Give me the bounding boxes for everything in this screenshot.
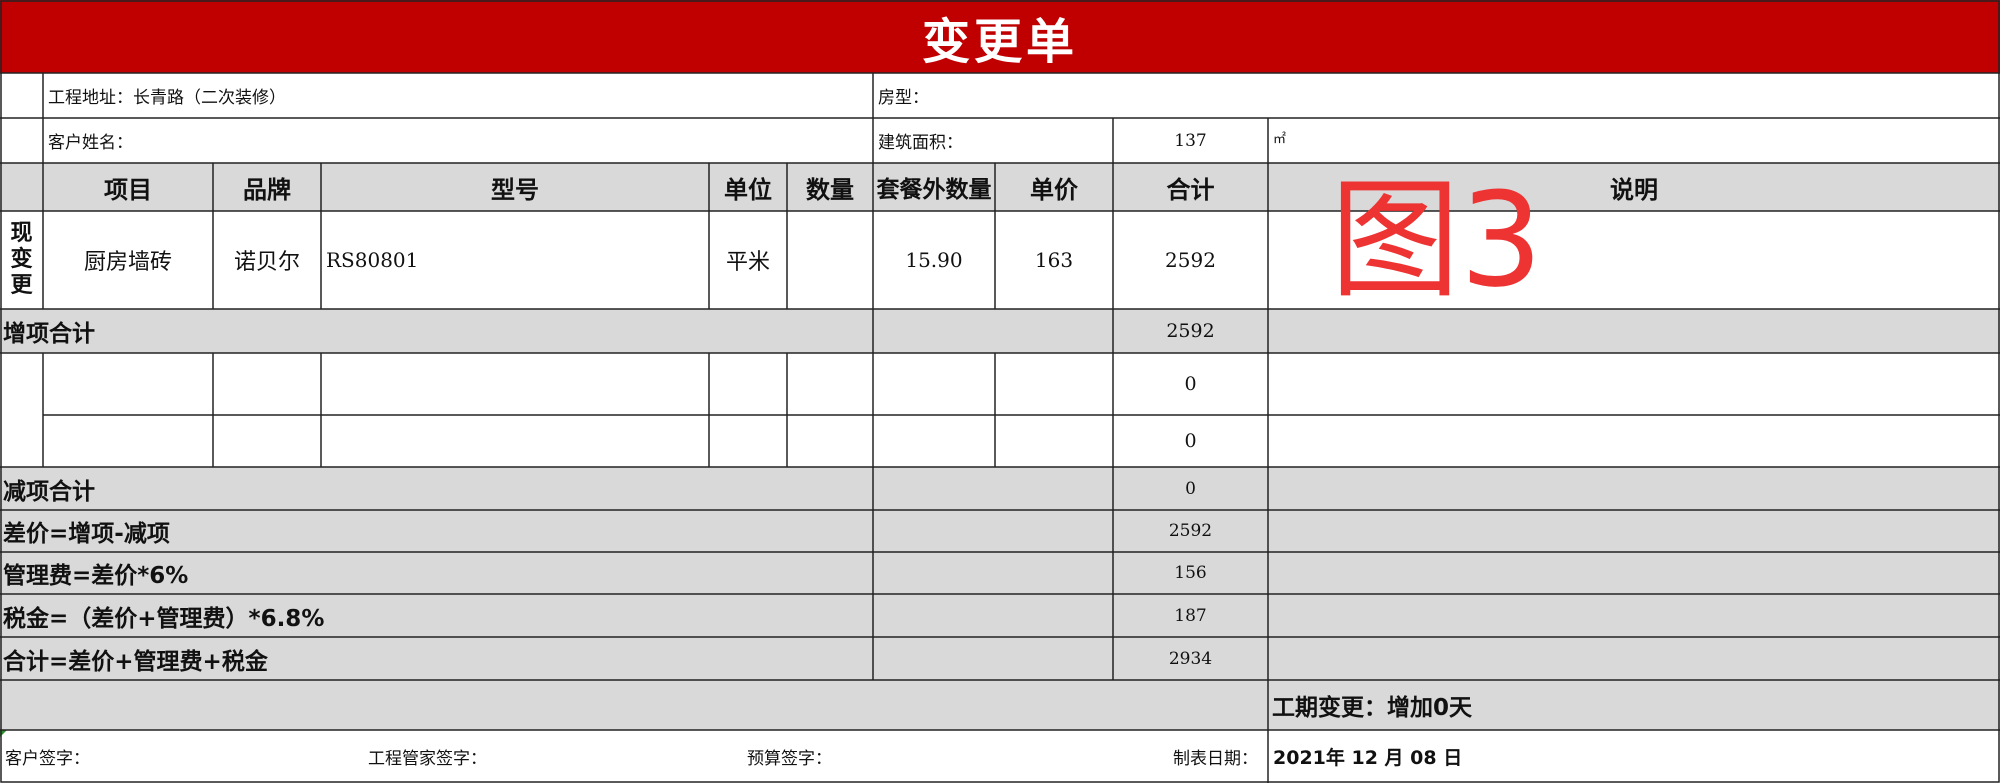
header-item: 项目 xyxy=(104,175,152,204)
manager-signature: 工程管家签字： xyxy=(368,749,487,769)
summary-tax-label: 税金=（差价+管理费）*6.8% xyxy=(3,605,325,632)
add-row-unit: 平米 xyxy=(725,250,770,275)
summary-fee-label: 管理费=差价*6% xyxy=(3,563,189,589)
cell-marker-icon xyxy=(0,730,7,737)
add-section-label-char: 现 xyxy=(10,221,33,246)
figure-annotation: 图3 xyxy=(1330,164,1543,316)
project-address: 工程地址：长青路（二次装修） xyxy=(48,88,286,108)
add-row-brand: 诺贝尔 xyxy=(233,250,300,275)
minus-subtotal-value: 0 xyxy=(1185,478,1196,499)
building-area-value: 137 xyxy=(1174,130,1207,151)
summary-diff-label: 差价=增项-减项 xyxy=(3,521,170,547)
building-area-label: 建筑面积： xyxy=(878,133,963,153)
add-row-item: 厨房墙砖 xyxy=(83,250,172,275)
add-row-price: 163 xyxy=(1034,248,1074,272)
budget-signature: 预算签字： xyxy=(747,749,832,769)
date-label: 制表日期： xyxy=(1173,749,1258,769)
add-subtotal-value: 2592 xyxy=(1166,320,1215,342)
minus-row-total: 0 xyxy=(1184,430,1197,452)
summary-diff-value: 2592 xyxy=(1168,521,1213,541)
add-row-total: 2592 xyxy=(1165,248,1216,272)
add-row-extra-qty: 15.90 xyxy=(905,248,963,272)
header-brand: 品牌 xyxy=(243,175,291,204)
add-section-label-char: 变 xyxy=(10,247,33,272)
add-row-model: RS80801 xyxy=(326,248,419,272)
header-total: 合计 xyxy=(1166,175,1215,204)
summary-total-value: 2934 xyxy=(1168,648,1213,669)
header-extra-qty: 套餐外数量 xyxy=(876,177,992,203)
summary-total-label: 合计=差价+管理费+税金 xyxy=(3,648,268,675)
summary-tax-value: 187 xyxy=(1174,605,1207,626)
summary-fee-value: 156 xyxy=(1174,563,1207,583)
add-section-label-char: 更 xyxy=(10,273,33,298)
add-subtotal-label: 增项合计 xyxy=(3,321,95,347)
building-area-unit: ㎡ xyxy=(1273,132,1287,147)
schedule-change: 工期变更：增加0天 xyxy=(1272,695,1473,721)
page-title: 变更单 xyxy=(0,0,2000,73)
add-row-qty xyxy=(787,211,873,309)
header-unit: 单位 xyxy=(724,175,772,204)
minus-row-total: 0 xyxy=(1184,373,1197,395)
header-qty: 数量 xyxy=(806,175,854,204)
change-order-sheet: 变更单 工程地址：长青路（二次装修） 房型： 客户姓名： 建筑面积： 137 ㎡… xyxy=(0,0,2000,783)
house-type: 房型： xyxy=(878,88,929,108)
customer-name: 客户姓名： xyxy=(48,133,133,153)
customer-signature: 客户签字： xyxy=(5,749,90,769)
date-value: 2021年 12 月 08 日 xyxy=(1273,747,1463,769)
header-model: 型号 xyxy=(491,175,539,204)
add-section-label: 现 变 更 xyxy=(0,211,43,309)
header-price: 单价 xyxy=(1030,175,1078,204)
minus-subtotal-label: 减项合计 xyxy=(3,478,95,505)
